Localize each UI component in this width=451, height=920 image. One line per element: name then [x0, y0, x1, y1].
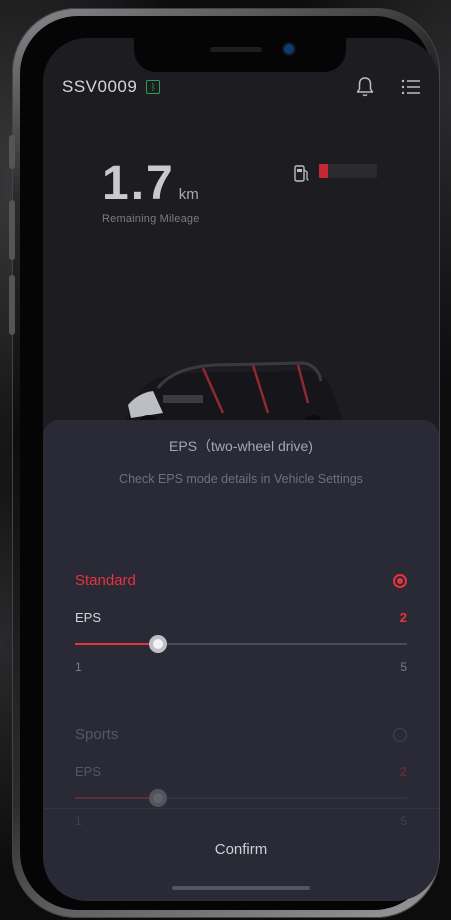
volume-up-button — [9, 200, 15, 260]
notch — [134, 38, 346, 72]
slider-max-label: 5 — [400, 660, 407, 674]
confirm-button[interactable]: Confirm — [43, 841, 439, 858]
eps-label: EPS — [75, 764, 102, 779]
eps-slider-fill — [75, 643, 158, 645]
mode-standard[interactable]: Standard EPS 2 1 5 — [75, 572, 407, 682]
sheet-title: EPS（two-wheel drive) — [169, 438, 313, 454]
eps-value: 2 — [399, 610, 407, 625]
eps-mode-sheet: EPS（two-wheel drive) Check EPS mode deta… — [43, 420, 439, 901]
app-screen: SSV0009 ᛒ 1.7 km Remaining Mileage EPS（tw — [43, 38, 439, 901]
slider-min-label: 1 — [75, 660, 82, 674]
mileage-readout: 1.7 km Remaining Mileage — [102, 156, 200, 225]
mode-name: Standard — [75, 572, 136, 589]
mileage-value: 1.7 — [102, 157, 175, 210]
mileage-label: Remaining Mileage — [102, 213, 200, 225]
fuel-level-fill — [319, 164, 328, 178]
eps-slider[interactable] — [75, 789, 407, 807]
radio-unselected-icon[interactable] — [393, 728, 407, 742]
mode-name: Sports — [75, 726, 119, 743]
app-header: SSV0009 ᛒ — [62, 72, 425, 102]
eps-label: EPS — [75, 610, 102, 625]
vehicle-id: SSV0009 — [62, 77, 138, 96]
fuel-level-bar — [319, 164, 377, 178]
radio-selected-icon[interactable] — [393, 574, 407, 588]
speaker — [210, 47, 262, 52]
bluetooth-icon: ᛒ — [146, 80, 161, 94]
eps-slider-handle[interactable] — [149, 789, 167, 807]
eps-slider[interactable] — [75, 635, 407, 653]
mute-switch — [9, 135, 15, 169]
list-menu-icon[interactable] — [401, 78, 421, 96]
fuel-pump-icon — [294, 165, 309, 182]
home-indicator — [172, 886, 310, 890]
eps-slider-handle[interactable] — [149, 635, 167, 653]
bell-icon[interactable] — [355, 76, 375, 98]
front-camera — [284, 44, 294, 54]
sheet-subtitle: Check EPS mode details in Vehicle Settin… — [119, 472, 363, 486]
mileage-unit: km — [178, 186, 199, 203]
volume-down-button — [9, 275, 15, 335]
eps-value: 2 — [399, 764, 407, 779]
eps-slider-fill — [75, 797, 158, 799]
